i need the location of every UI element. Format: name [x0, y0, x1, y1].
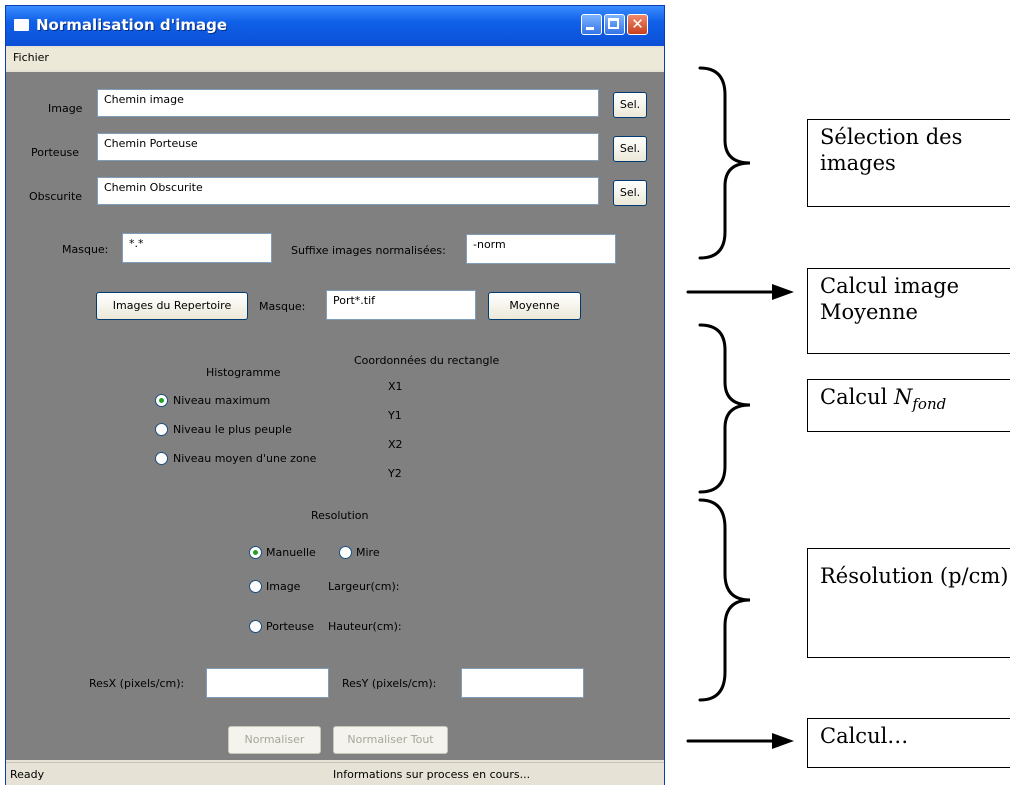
brace-background [698, 323, 751, 494]
brace-selection [698, 66, 751, 260]
annotation-selection: Sélection des images [807, 119, 1010, 207]
annotation-background-sub: fond [912, 395, 947, 414]
arrow-average-head [772, 284, 794, 300]
annotation-compute: Calcul… [807, 718, 1010, 768]
annotation-resolution: Résolution (p/cm) [807, 548, 1010, 658]
annotation-background-symbol: N [893, 385, 913, 409]
brace-resolution [698, 498, 751, 702]
annotation-background: Calcul Nfond [807, 379, 1010, 432]
arrow-compute-head [772, 733, 794, 749]
annotation-average: Calcul image Moyenne [807, 268, 1010, 354]
annotation-background-prefix: Calcul [820, 385, 894, 409]
